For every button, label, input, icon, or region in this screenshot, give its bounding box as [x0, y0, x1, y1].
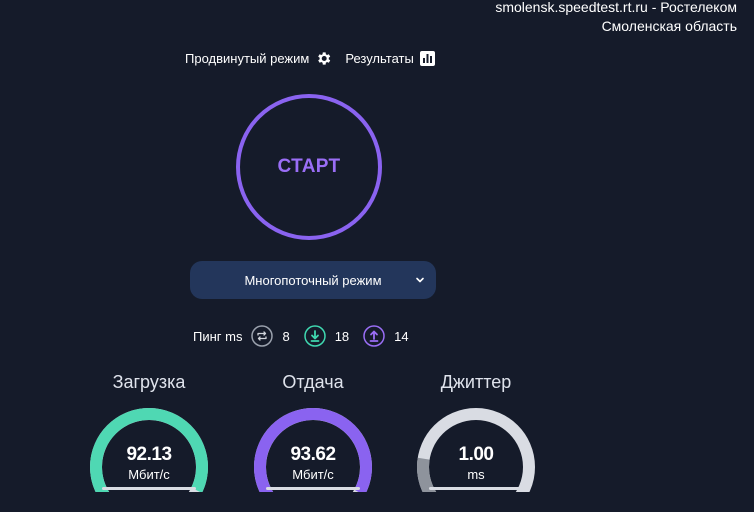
gauge-value: 93.62 — [290, 444, 336, 465]
gauge-title: Отдача — [282, 372, 344, 392]
ping-upload: 14 — [363, 325, 409, 347]
mode-select[interactable]: Многопоточный режим — [190, 261, 436, 299]
download-icon — [303, 325, 326, 347]
gauge-unit: ms — [467, 467, 485, 482]
ping-idle: 8 — [251, 325, 290, 347]
gauge-unit: Мбит/с — [128, 467, 170, 482]
results-label: Результаты — [345, 51, 414, 66]
start-label: СТАРТ — [277, 156, 341, 177]
gauge-unit: Мбит/с — [292, 467, 334, 482]
start-button[interactable]: СТАРТ — [236, 94, 382, 240]
mode-selected-value: Многопоточный режим — [244, 272, 382, 288]
ping-idle-value: 8 — [282, 328, 290, 344]
gauge-title: Загрузка — [112, 372, 186, 392]
jitter-gauge: Джиттер 1.00 ms — [406, 372, 546, 492]
ping-download: 18 — [303, 325, 350, 347]
gauge-title: Джиттер — [440, 372, 512, 392]
server-region: Смоленская область — [601, 18, 737, 34]
loop-icon — [251, 325, 274, 347]
gear-icon — [315, 50, 332, 67]
advanced-mode-link[interactable]: Продвинутый режим — [185, 50, 332, 67]
top-nav: Продвинутый режим Результаты — [185, 50, 435, 67]
upload-gauge: Отдача 93.62 Мбит/с — [243, 372, 383, 492]
upload-icon — [363, 325, 385, 347]
speedtest-page: smolensk.speedtest.rt.ru - Ростелеком См… — [0, 0, 754, 512]
ping-download-value: 18 — [334, 328, 350, 344]
results-link[interactable]: Результаты — [345, 51, 435, 66]
ping-row: Пинг ms 8 18 14 — [193, 325, 423, 347]
ping-label: Пинг ms — [193, 328, 243, 344]
gauge-underline — [102, 487, 196, 490]
server-host: smolensk.speedtest.rt.ru - Ростелеком — [495, 0, 737, 15]
ping-upload-value: 14 — [394, 328, 409, 344]
gauge-value: 1.00 — [458, 444, 494, 465]
gauge-underline — [429, 487, 523, 490]
server-info: smolensk.speedtest.rt.ru - Ростелеком См… — [495, 0, 737, 36]
bar-chart-icon — [419, 51, 435, 66]
chevron-down-icon — [415, 273, 425, 288]
download-gauge: Загрузка 92.13 Мбит/с — [79, 372, 219, 492]
advanced-mode-label: Продвинутый режим — [185, 51, 310, 66]
gauge-value: 92.13 — [126, 444, 172, 465]
gauge-underline — [266, 487, 360, 490]
